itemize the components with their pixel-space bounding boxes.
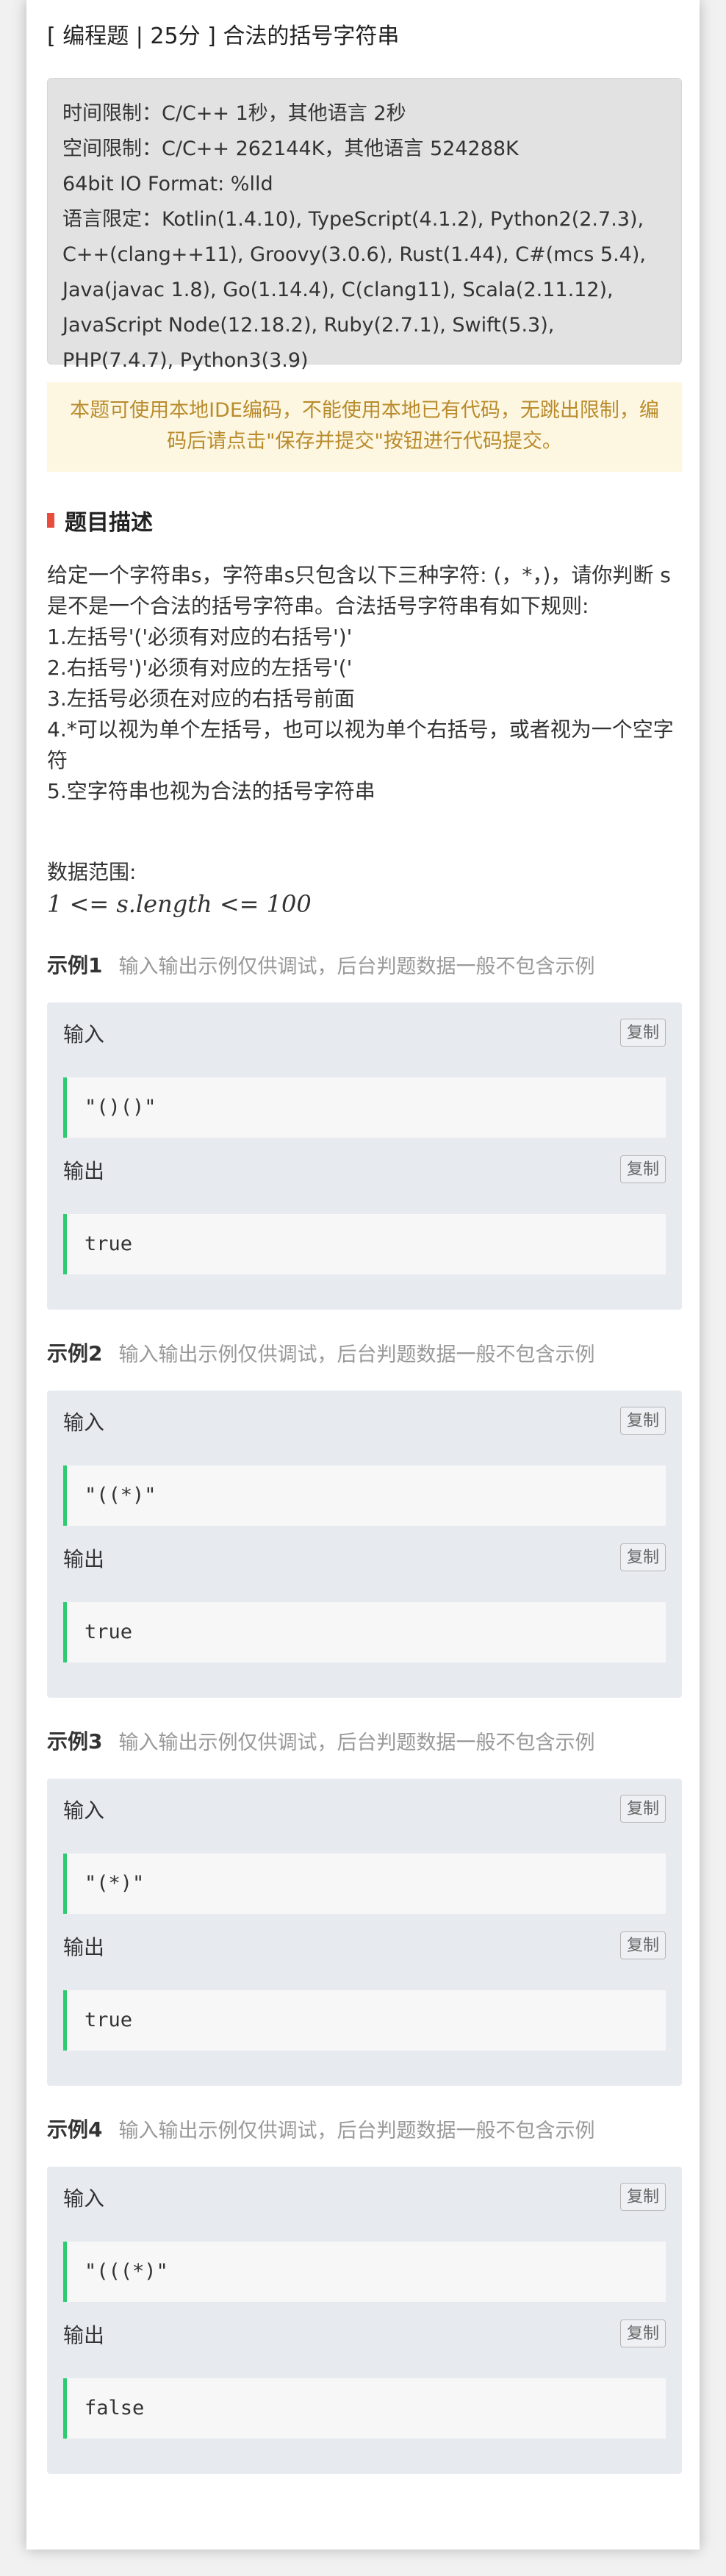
example-title: 示例3 bbox=[47, 1729, 103, 1754]
input-label: 输入 bbox=[63, 1022, 105, 1047]
example-note: 输入输出示例仅供调试，后台判题数据一般不包含示例 bbox=[118, 955, 595, 978]
output-label: 输出 bbox=[63, 1547, 105, 1571]
description-line: 给定一个字符串s，字符串s只包含以下三种字符: (，*，)，请你判断 s是不是一… bbox=[47, 563, 671, 618]
example-box: 输入 复制 "(((*)" 输出 复制 false bbox=[47, 2167, 682, 2474]
copy-output-button[interactable]: 复制 bbox=[620, 1155, 666, 1183]
example-note: 输入输出示例仅供调试，后台判题数据一般不包含示例 bbox=[118, 1343, 595, 1366]
example-input: "()()" bbox=[63, 1077, 666, 1138]
input-label: 输入 bbox=[63, 2186, 105, 2211]
problem-description: 给定一个字符串s，字符串s只包含以下三种字符: (，*，)，请你判断 s是不是一… bbox=[47, 560, 682, 807]
example-output: true bbox=[63, 1214, 666, 1274]
example-note: 输入输出示例仅供调试，后台判题数据一般不包含示例 bbox=[118, 2119, 595, 2142]
description-line: 2.右括号')'必须有对应的左括号'(' bbox=[47, 656, 353, 680]
notice-banner: 本题可使用本地IDE编码，不能使用本地已有代码，无跳出限制，编码后请点击"保存并… bbox=[47, 382, 682, 472]
language-limit: 语言限定：Kotlin(1.4.10), TypeScript(4.1.2), … bbox=[62, 208, 646, 372]
copy-output-button[interactable]: 复制 bbox=[620, 1543, 666, 1571]
example-title: 示例2 bbox=[47, 1341, 103, 1366]
range-label: 数据范围: bbox=[47, 860, 137, 884]
range-formula: 1 <= s.length <= 100 bbox=[47, 890, 312, 918]
input-label: 输入 bbox=[63, 1798, 105, 1823]
time-limit: 时间限制：C/C++ 1秒，其他语言 2秒 bbox=[62, 102, 406, 125]
copy-output-button[interactable]: 复制 bbox=[620, 2320, 666, 2347]
section-header: 题目描述 bbox=[47, 506, 153, 536]
example-input: "((*)" bbox=[63, 1465, 666, 1526]
example-note: 输入输出示例仅供调试，后台判题数据一般不包含示例 bbox=[118, 1731, 595, 1754]
copy-input-button[interactable]: 复制 bbox=[620, 1795, 666, 1823]
output-label: 输出 bbox=[63, 2323, 105, 2347]
description-line: 3.左括号必须在对应的右括号前面 bbox=[47, 686, 355, 711]
example-box: 输入 复制 "()()" 输出 复制 true bbox=[47, 1002, 682, 1310]
problem-card: [ 编程题 | 25分 ] 合法的括号字符串 时间限制：C/C++ 1秒，其他语… bbox=[26, 0, 700, 2550]
copy-output-button[interactable]: 复制 bbox=[620, 1931, 666, 1959]
output-label: 输出 bbox=[63, 1935, 105, 1959]
limits-box: 时间限制：C/C++ 1秒，其他语言 2秒 空间限制：C/C++ 262144K… bbox=[47, 78, 682, 372]
copy-input-button[interactable]: 复制 bbox=[620, 2183, 666, 2211]
description-line: 1.左括号'('必须有对应的右括号')' bbox=[47, 625, 353, 649]
input-label: 输入 bbox=[63, 1410, 105, 1435]
example-title: 示例1 bbox=[47, 953, 103, 977]
example-output: true bbox=[63, 1602, 666, 1662]
description-line: 4.*可以视为单个左括号，也可以视为单个右括号，或者视为一个空字符 bbox=[47, 717, 674, 772]
example-input: "(((*)" bbox=[63, 2242, 666, 2302]
example-box: 输入 复制 "((*)" 输出 复制 true bbox=[47, 1391, 682, 1698]
section-title: 题目描述 bbox=[65, 510, 153, 536]
example-header: 示例4 输入输出示例仅供调试，后台判题数据一般不包含示例 bbox=[47, 2114, 594, 2143]
page-title: [ 编程题 | 25分 ] 合法的括号字符串 bbox=[47, 24, 400, 49]
example-header: 示例2 输入输出示例仅供调试，后台判题数据一般不包含示例 bbox=[47, 1338, 594, 1367]
example-header: 示例3 输入输出示例仅供调试，后台判题数据一般不包含示例 bbox=[47, 1726, 594, 1755]
copy-input-button[interactable]: 复制 bbox=[620, 1019, 666, 1047]
example-input: "(*)" bbox=[63, 1854, 666, 1914]
example-header: 示例1 输入输出示例仅供调试，后台判题数据一般不包含示例 bbox=[47, 950, 594, 979]
copy-input-button[interactable]: 复制 bbox=[620, 1407, 666, 1435]
example-box: 输入 复制 "(*)" 输出 复制 true bbox=[47, 1779, 682, 2086]
io-format: 64bit IO Format: %lld bbox=[62, 173, 273, 195]
example-output: false bbox=[63, 2378, 666, 2439]
example-title: 示例4 bbox=[47, 2117, 103, 2142]
example-output: true bbox=[63, 1990, 666, 2051]
section-marker-icon bbox=[47, 513, 54, 528]
output-label: 输出 bbox=[63, 1159, 105, 1183]
description-line: 5.空字符串也视为合法的括号字符串 bbox=[47, 779, 375, 803]
memory-limit: 空间限制：C/C++ 262144K，其他语言 524288K bbox=[62, 137, 519, 160]
